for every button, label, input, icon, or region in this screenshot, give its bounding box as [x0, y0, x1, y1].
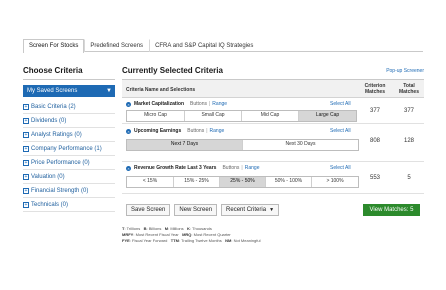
option-button-group: < 15% 15% - 25% 25% - 50% 50% - 100% > 1… [126, 176, 359, 188]
criterion-name: Upcoming Earnings [134, 128, 182, 134]
remove-criterion-icon[interactable]: × [126, 165, 131, 171]
criteria-category-price-performance[interactable]: + Price Performance (0) [23, 156, 115, 170]
criteria-category-financial-strength[interactable]: + Financial Strength (0) [23, 184, 115, 198]
total-matches-value: 377 [403, 108, 414, 114]
save-screen-button[interactable]: Save Screen [126, 204, 171, 216]
expand-icon: + [23, 201, 29, 208]
option-small-cap[interactable]: Small Cap [184, 111, 241, 121]
total-matches-value: 128 [403, 138, 414, 144]
criterion-name: Market Capitalization [134, 101, 185, 107]
option-button-group: Next 7 Days Next 30 Days [126, 139, 359, 151]
chevron-down-icon: ▼ [106, 88, 112, 94]
column-header-criterion-matches: Criterion Matches [364, 83, 386, 95]
tab-predefined-screens[interactable]: Predefined Screens [84, 39, 149, 52]
buttons-mode-label: Buttons [190, 101, 207, 107]
criteria-row-revenue-growth: × Revenue Growth Rate Last 3 Years Butto… [122, 162, 424, 194]
option-50-100[interactable]: 50% - 100% [265, 177, 311, 187]
criteria-category-label: Basic Criteria (2) [31, 103, 76, 110]
action-bar: Save Screen New Screen Recent Criteria ▼ [126, 204, 280, 216]
select-all-link[interactable]: Select All [330, 165, 351, 171]
expand-icon: + [23, 173, 29, 180]
buttons-mode-label: Buttons [222, 165, 240, 171]
total-matches-value: 5 [407, 175, 411, 181]
select-all-link[interactable]: Select All [330, 128, 351, 134]
tab-screen-for-stocks[interactable]: Screen For Stocks [23, 39, 85, 53]
expand-icon: + [23, 187, 29, 194]
option-15-25[interactable]: 15% - 25% [173, 177, 219, 187]
expand-icon: + [23, 103, 29, 110]
criteria-category-analyst-ratings[interactable]: + Analyst Ratings (0) [23, 128, 115, 142]
option-mid-cap[interactable]: Mid Cap [241, 111, 298, 121]
criteria-category-label: Dividends (0) [31, 117, 67, 124]
new-screen-button[interactable]: New Screen [174, 204, 218, 216]
tab-cfra-strategies[interactable]: CFRA and S&P Capital IQ Strategies [149, 39, 259, 52]
criteria-category-valuation[interactable]: + Valuation (0) [23, 170, 115, 184]
view-matches-button[interactable]: View Matches: 5 [363, 204, 420, 216]
criterion-matches-value: 808 [369, 138, 380, 144]
select-all-link[interactable]: Select All [330, 101, 351, 107]
criteria-row-upcoming-earnings: × Upcoming Earnings Buttons | Range Sele… [122, 124, 424, 162]
criteria-category-technicals[interactable]: + Technicals (0) [23, 198, 115, 212]
criterion-matches-value: 377 [369, 108, 380, 114]
recent-criteria-label: Recent Criteria [226, 207, 267, 213]
option-under-15[interactable]: < 15% [127, 177, 173, 187]
criteria-category-dividends[interactable]: + Dividends (0) [23, 114, 115, 128]
tab-bar: Screen For Stocks Predefined Screens CFR… [23, 39, 423, 53]
range-mode-link[interactable]: Range [245, 165, 260, 171]
choose-criteria-panel: Choose Criteria My Saved Screens ▼ + Bas… [23, 66, 115, 212]
option-over-100[interactable]: > 100% [311, 177, 358, 187]
criteria-category-label: Price Performance (0) [31, 159, 90, 166]
criteria-category-company-performance[interactable]: + Company Performance (1) [23, 142, 115, 156]
criterion-name: Revenue Growth Rate Last 3 Years [134, 165, 217, 171]
divider [23, 79, 115, 80]
criteria-category-label: Company Performance (1) [31, 145, 102, 152]
criteria-category-label: Technicals (0) [31, 201, 69, 208]
selected-criteria-panel: Currently Selected Criteria Pop-up Scree… [122, 66, 424, 194]
criteria-category-label: Financial Strength (0) [31, 187, 89, 194]
saved-screens-label: My Saved Screens [27, 88, 78, 94]
option-25-50[interactable]: 25% - 50% [219, 177, 265, 187]
legend-line: FYE: Fiscal Year Forward TTM: Trailing T… [122, 238, 261, 243]
option-large-cap[interactable]: Large Cap [298, 111, 356, 121]
criteria-category-label: Valuation (0) [31, 173, 65, 180]
popup-screener-link[interactable]: Pop-up Screener [386, 68, 424, 74]
buttons-mode-label: Buttons [187, 128, 205, 134]
criteria-table-header: Criteria Name and Selections Criterion M… [122, 80, 424, 98]
abbreviation-legend: T: Trillions B: Billions M: Millions K: … [122, 226, 261, 244]
expand-icon: + [23, 145, 29, 152]
option-button-group: Micro Cap Small Cap Mid Cap Large Cap [126, 110, 357, 122]
selected-criteria-title: Currently Selected Criteria [122, 66, 223, 75]
expand-icon: + [23, 117, 29, 124]
option-next-7-days[interactable]: Next 7 Days [127, 140, 242, 150]
column-header-total-matches: Total Matches [398, 83, 419, 95]
criteria-category-label: Analyst Ratings (0) [31, 131, 82, 138]
saved-screens-dropdown[interactable]: My Saved Screens ▼ [23, 85, 115, 97]
recent-criteria-dropdown[interactable]: Recent Criteria ▼ [221, 204, 280, 216]
expand-icon: + [23, 131, 29, 138]
choose-criteria-title: Choose Criteria [23, 66, 83, 75]
criterion-matches-value: 553 [369, 175, 380, 181]
column-header-name: Criteria Name and Selections [126, 87, 196, 93]
option-micro-cap[interactable]: Micro Cap [127, 111, 184, 121]
range-mode-link[interactable]: Range [212, 101, 227, 107]
expand-icon: + [23, 159, 29, 166]
criteria-row-market-cap: × Market Capitalization Buttons | Range … [122, 98, 424, 124]
remove-criterion-icon[interactable]: × [126, 128, 131, 134]
remove-criterion-icon[interactable]: × [126, 101, 131, 107]
option-next-30-days[interactable]: Next 30 Days [242, 140, 358, 150]
chevron-down-icon: ▼ [269, 207, 275, 213]
range-mode-link[interactable]: Range [210, 128, 225, 134]
criteria-category-basic[interactable]: + Basic Criteria (2) [23, 100, 115, 114]
